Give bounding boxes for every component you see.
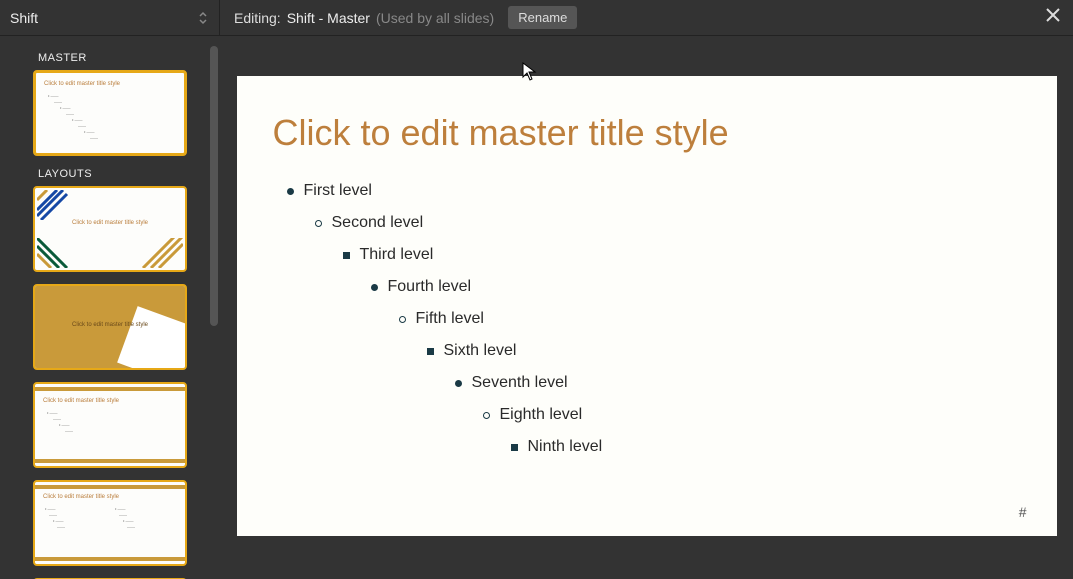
thumb-title: Click to edit master title style	[35, 322, 185, 328]
page-number-placeholder[interactable]: #	[1019, 504, 1027, 520]
layout-thumbnail-4[interactable]: Click to edit master title style • —— ——…	[33, 480, 187, 566]
rename-button[interactable]: Rename	[508, 6, 577, 29]
bullet-disc-icon	[455, 380, 462, 387]
editing-info: Editing: Shift - Master (Used by all sli…	[220, 6, 1033, 29]
slide-title-placeholder[interactable]: Click to edit master title style	[273, 112, 1021, 154]
master-thumbnail[interactable]: Click to edit master title style • —— ——…	[33, 70, 187, 156]
bullet-disc-icon	[371, 284, 378, 291]
thumb-title: Click to edit master title style	[43, 398, 119, 404]
layout-thumbnail-1[interactable]: Click to edit master title style	[33, 186, 187, 272]
master-slide[interactable]: Click to edit master title style First l…	[237, 76, 1057, 536]
bullet-circle-icon	[399, 316, 406, 323]
thumb-title: Click to edit master title style	[44, 81, 120, 87]
level-text: Eighth level	[500, 406, 583, 424]
editing-context: Shift - Master	[287, 10, 370, 26]
bullet-square-icon	[511, 444, 518, 451]
close-icon	[1045, 7, 1061, 28]
sidebar: MASTER Click to edit master title style …	[0, 36, 220, 579]
canvas-area: Click to edit master title style First l…	[220, 36, 1073, 579]
bullet-disc-icon	[287, 188, 294, 195]
theme-name: Shift	[10, 10, 38, 26]
level-text: First level	[304, 182, 372, 200]
chevron-up-down-icon	[197, 10, 209, 26]
level-text: Ninth level	[528, 438, 603, 456]
layouts-section-label: LAYOUTS	[38, 168, 214, 180]
close-button[interactable]	[1033, 0, 1073, 36]
level-text: Fourth level	[388, 278, 472, 296]
level-text: Third level	[360, 246, 434, 264]
thumb-title: Click to edit master title style	[35, 220, 185, 226]
scrollbar[interactable]	[210, 46, 218, 326]
body-placeholder[interactable]: First level Second level Third level Fou…	[273, 182, 1021, 456]
bullet-circle-icon	[483, 412, 490, 419]
layout-thumbnail-3[interactable]: Click to edit master title style • —— ——…	[33, 382, 187, 468]
bullet-square-icon	[343, 252, 350, 259]
level-text: Sixth level	[444, 342, 517, 360]
bullet-circle-icon	[315, 220, 322, 227]
layout-thumbnail-2[interactable]: Click to edit master title style	[33, 284, 187, 370]
level-text: Seventh level	[472, 374, 568, 392]
theme-selector[interactable]: Shift	[0, 0, 220, 35]
level-text: Fifth level	[416, 310, 484, 328]
thumb-title: Click to edit master title style	[43, 494, 119, 500]
editing-label: Editing:	[234, 10, 281, 26]
level-text: Second level	[332, 214, 424, 232]
editing-note: (Used by all slides)	[376, 10, 494, 26]
master-section-label: MASTER	[38, 52, 214, 64]
top-bar: Shift Editing: Shift - Master (Used by a…	[0, 0, 1073, 36]
bullet-square-icon	[427, 348, 434, 355]
